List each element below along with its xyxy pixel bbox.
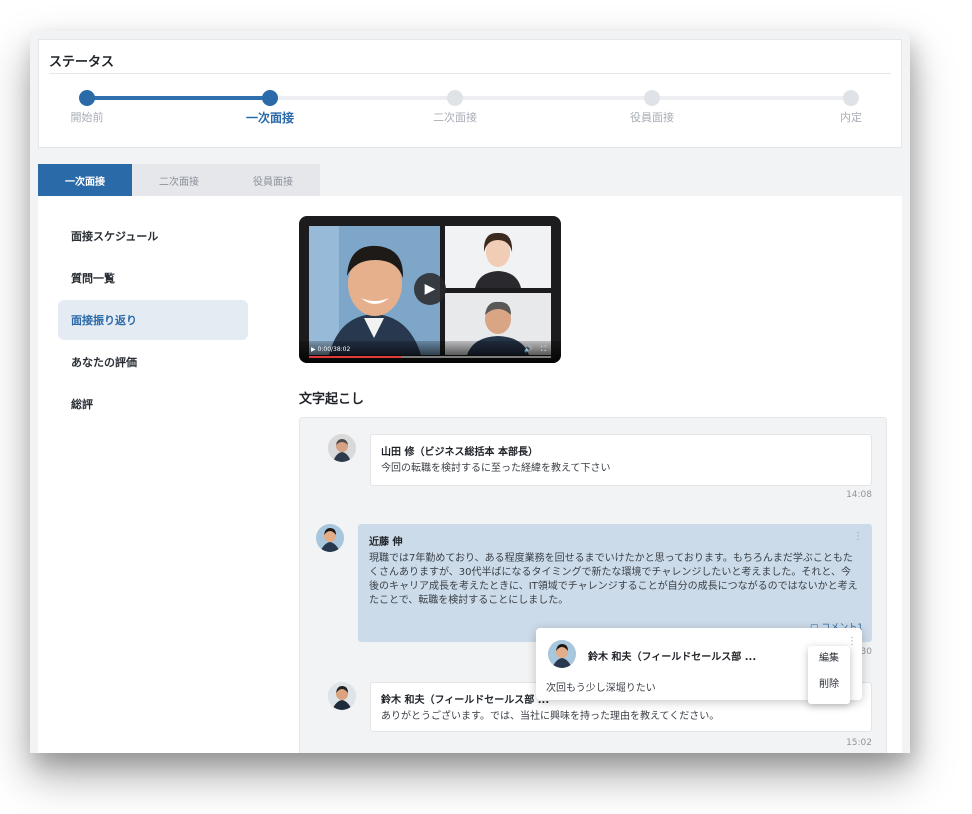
sidebar-item-label: 総評: [71, 398, 93, 411]
play-icon[interactable]: ▶: [414, 273, 446, 305]
stage-label-first-interview: 一次面接: [245, 111, 295, 125]
message-text: 今回の転職を検討するに至った経緯を教えて下さい: [381, 463, 611, 474]
sidebar-item-schedule[interactable]: 面接スケジュール: [58, 216, 248, 256]
message-author: 近藤 伸: [369, 537, 403, 548]
video-progress-bar[interactable]: [309, 356, 551, 358]
avatar: [328, 682, 356, 710]
comment-author: 鈴木 和夫（フィールドセールス部 ...: [588, 652, 757, 663]
sidebar-item-label: 面接振り返り: [71, 314, 137, 327]
tab-executive-interview[interactable]: 役員面接: [226, 164, 320, 196]
sidebar-item-label: 面接スケジュール: [71, 230, 159, 243]
tab-second-interview[interactable]: 二次面接: [132, 164, 226, 196]
stage-label-executive-interview: 役員面接: [630, 111, 674, 124]
video-progress-fill: [309, 356, 401, 358]
stage-label-offer: 内定: [840, 111, 862, 124]
transcript-message-highlighted: 近藤 伸 現職では7年勤めており、ある程度業務を回せるまでいけたかと思っておりま…: [358, 524, 872, 642]
sidebar-item-questions[interactable]: 質問一覧: [58, 258, 248, 298]
avatar: [316, 524, 344, 552]
context-menu: 編集 削除: [808, 646, 850, 704]
message-text: 現職では7年勤めており、ある程度業務を回せるまでいけたかと思っております。もちろ…: [369, 553, 858, 606]
sidebar-item-summary[interactable]: 総評: [58, 384, 248, 424]
sidebar-item-review[interactable]: 面接振り返り: [58, 300, 248, 340]
volume-fullscreen-icons[interactable]: 🔊 ⛶: [524, 345, 549, 354]
stage-dot-executive-interview: [644, 90, 660, 106]
status-panel: ステータス 開始前 一次面接 二次面接 役員面接 内定: [38, 39, 902, 148]
transcript-message: 山田 修（ビジネス総括本 本部長） 今回の転職を検討するに至った経緯を教えて下さ…: [370, 434, 872, 486]
transcript-title: 文字起こし: [299, 392, 365, 407]
video-player[interactable]: ▶ ▶ 0:00/38:02 🔊 ⛶: [299, 216, 561, 363]
message-author: 山田 修（ビジネス総括本 本部長）: [381, 447, 538, 458]
divider: [49, 73, 891, 74]
tab-first-interview[interactable]: 一次面接: [38, 164, 132, 196]
avatar: [328, 434, 356, 462]
sidebar-item-label: あなたの評価: [71, 356, 137, 369]
comment-text: 次回もう少し深堀りたい: [546, 683, 656, 694]
stage-dot-second-interview: [447, 90, 463, 106]
stage-label-start: 開始前: [70, 111, 104, 124]
sidebar-item-your-evaluation[interactable]: あなたの評価: [58, 342, 248, 382]
edit-menu-item[interactable]: 編集: [808, 646, 850, 672]
message-timestamp: 14:08: [846, 490, 872, 500]
video-time: ▶ 0:00/38:02: [311, 346, 351, 353]
stage-dot-offer: [843, 90, 859, 106]
more-options-icon[interactable]: ⋮: [853, 531, 863, 542]
sidebar-item-label: 質問一覧: [71, 272, 115, 285]
delete-menu-item[interactable]: 削除: [808, 672, 850, 698]
video-tile-interviewer-1: [445, 226, 551, 288]
message-timestamp: 15:02: [846, 738, 872, 748]
stage-label-second-interview: 二次面接: [433, 111, 477, 124]
progress-fill: [87, 96, 270, 100]
stage-dot-start: [79, 90, 95, 106]
status-title: ステータス: [49, 55, 115, 70]
avatar: [548, 640, 576, 668]
video-controls: ▶ 0:00/38:02 🔊 ⛶: [299, 341, 561, 363]
message-text: ありがとうございます。では、当社に興味を持った理由を教えてください。: [381, 711, 720, 722]
stage-dot-first-interview: [262, 90, 278, 106]
transcript-box: 山田 修（ビジネス総括本 本部長） 今回の転職を検討するに至った経緯を教えて下さ…: [299, 417, 887, 753]
